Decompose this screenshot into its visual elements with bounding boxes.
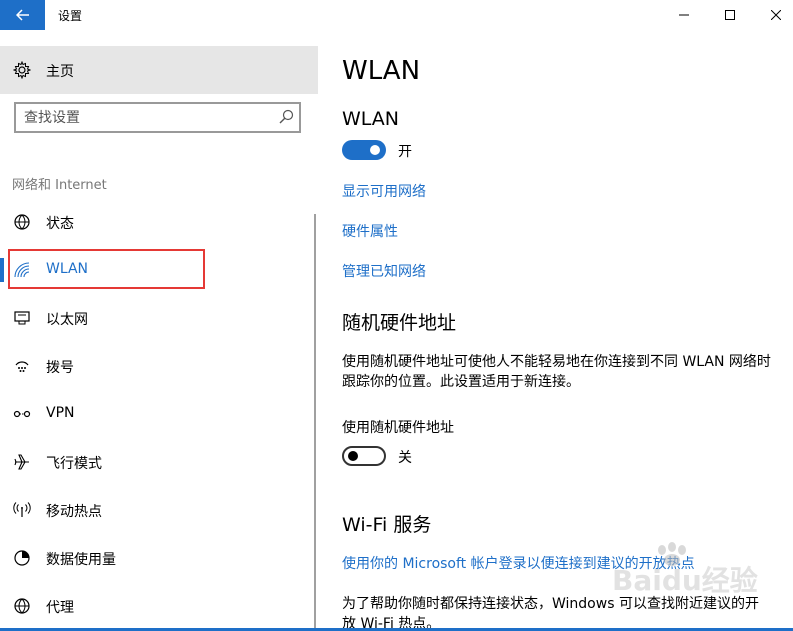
sidebar-item-hotspot[interactable]: 移动热点 (0, 490, 318, 530)
sidebar-item-status[interactable]: 状态 (0, 202, 318, 242)
sidebar-item-wlan[interactable]: WLAN (0, 250, 318, 290)
sidebar-item-proxy[interactable]: 代理 (0, 586, 318, 626)
sidebar-item-ethernet[interactable]: 以太网 (0, 298, 318, 338)
search-box[interactable] (14, 102, 301, 133)
globe-icon (12, 213, 32, 231)
window-title: 设置 (58, 9, 83, 23)
sidebar: 主页 网络和 Internet 状态 WLAN 以太网 拨号 (0, 30, 318, 631)
toggle-knob (370, 145, 380, 155)
manage-known-networks-link[interactable]: 管理已知网络 (342, 261, 426, 281)
minimize-icon (679, 14, 689, 16)
wifi-icon (12, 261, 32, 279)
sidebar-item-label: 移动热点 (46, 504, 102, 520)
sidebar-item-vpn[interactable]: VPN (0, 394, 318, 434)
close-icon (771, 10, 781, 20)
random-mac-toggle[interactable] (342, 446, 386, 466)
sidebar-item-label: 数据使用量 (46, 552, 116, 568)
sidebar-item-label: WLAN (46, 261, 89, 277)
maximize-icon (725, 10, 735, 20)
title-bar: 设置 (0, 0, 793, 30)
sidebar-item-label: 状态 (46, 216, 74, 232)
hotspot-icon (12, 501, 32, 519)
sidebar-item-label: 以太网 (46, 312, 88, 328)
maximize-button[interactable] (707, 0, 753, 30)
search-input[interactable] (24, 108, 264, 128)
random-mac-description: 使用随机硬件地址可使他人不能轻易地在你连接到不同 WLAN 网络时跟踪你的位置。… (342, 354, 771, 390)
wifi-services-heading: Wi-Fi 服务 (342, 514, 432, 536)
sidebar-item-label: 飞行模式 (46, 456, 102, 472)
dialup-icon (12, 357, 32, 375)
scrollbar[interactable] (314, 214, 316, 631)
toggle-knob (348, 451, 358, 461)
proxy-globe-icon (12, 597, 32, 615)
sidebar-item-label: 拨号 (46, 360, 74, 376)
sidebar-item-data-usage[interactable]: 数据使用量 (0, 538, 318, 578)
sidebar-item-label: VPN (46, 405, 75, 421)
home-nav-item[interactable]: 主页 (0, 46, 318, 94)
main-content: WLAN WLAN 开 显示可用网络 硬件属性 管理已知网络 随机硬件地址 使用… (318, 30, 793, 631)
random-mac-field-label: 使用随机硬件地址 (342, 420, 454, 436)
gear-icon (13, 61, 31, 79)
ethernet-icon (12, 309, 32, 327)
wlan-heading: WLAN (342, 108, 400, 130)
show-networks-link[interactable]: 显示可用网络 (342, 181, 426, 201)
microsoft-account-link[interactable]: 使用你的 Microsoft 帐户登录以便连接到建议的开放热点 (342, 553, 695, 573)
sidebar-item-dialup[interactable]: 拨号 (0, 346, 318, 386)
page-title: WLAN (342, 56, 421, 86)
minimize-button[interactable] (661, 0, 707, 30)
section-label: 网络和 Internet (12, 178, 107, 193)
wlan-toggle[interactable] (342, 140, 386, 160)
close-button[interactable] (753, 0, 793, 30)
search-icon[interactable] (278, 109, 294, 125)
random-mac-toggle-label: 关 (398, 450, 412, 466)
back-button[interactable] (0, 0, 45, 30)
wlan-toggle-label: 开 (398, 144, 412, 160)
vpn-icon (12, 405, 32, 423)
hardware-properties-link[interactable]: 硬件属性 (342, 221, 398, 241)
random-mac-heading: 随机硬件地址 (342, 312, 457, 334)
sidebar-item-airplane[interactable]: 飞行模式 (0, 442, 318, 482)
airplane-icon (12, 453, 32, 471)
sidebar-item-label: 代理 (46, 600, 74, 616)
arrow-left-icon (15, 9, 29, 21)
wifi-services-description: 为了帮助你随时都保持连接状态，Windows 可以查找附近建议的开放 Wi-Fi… (342, 596, 759, 631)
selection-indicator (0, 258, 4, 282)
home-label: 主页 (46, 64, 74, 80)
data-usage-icon (12, 549, 32, 567)
